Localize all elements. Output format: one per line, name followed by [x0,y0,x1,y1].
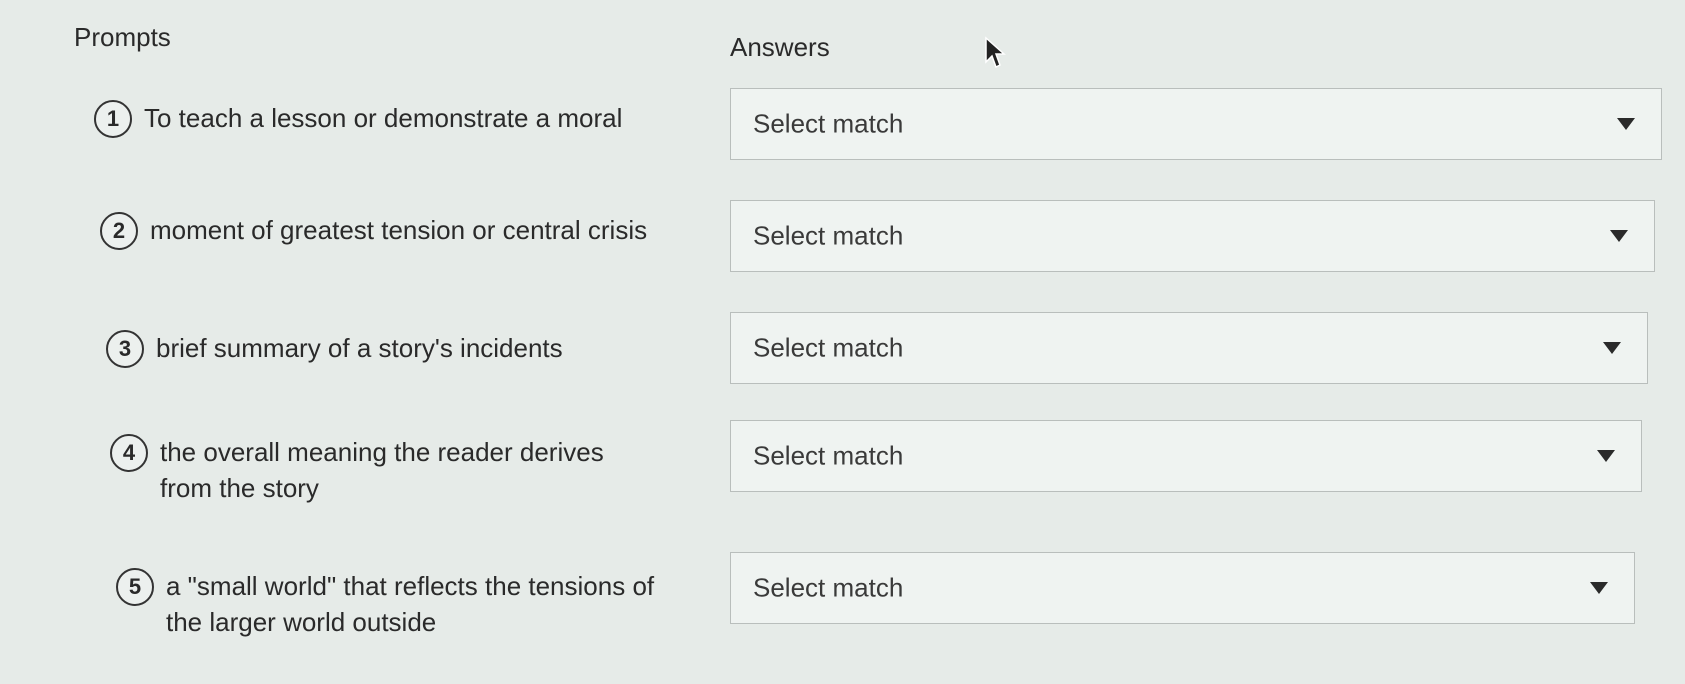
answer-select-1[interactable]: Select match [730,88,1662,160]
answers-header: Answers [730,32,830,62]
prompt-number-badge: 2 [100,212,138,250]
prompt-number-badge: 3 [106,330,144,368]
select-placeholder: Select match [753,572,904,603]
prompt-number-badge: 1 [94,100,132,138]
chevron-down-icon [1603,342,1621,354]
prompt-item-2: 2 moment of greatest tension or central … [100,212,700,250]
chevron-down-icon [1590,582,1608,594]
answer-select-5[interactable]: Select match [730,552,1635,624]
chevron-down-icon [1597,450,1615,462]
select-placeholder: Select match [753,220,904,251]
prompt-item-1: 1 To teach a lesson or demonstrate a mor… [94,100,694,138]
chevron-down-icon [1617,118,1635,130]
select-placeholder: Select match [753,108,904,139]
prompt-text: the overall meaning the reader derives f… [160,437,604,503]
answer-select-4[interactable]: Select match [730,420,1642,492]
prompts-header: Prompts [74,22,171,52]
prompt-item-5: 5 a "small world" that reflects the tens… [116,568,686,640]
answer-select-3[interactable]: Select match [730,312,1648,384]
prompt-number-badge: 5 [116,568,154,606]
prompt-text: To teach a lesson or demonstrate a moral [144,103,623,133]
answer-select-2[interactable]: Select match [730,200,1655,272]
select-placeholder: Select match [753,332,904,363]
chevron-down-icon [1610,230,1628,242]
prompt-text: moment of greatest tension or central cr… [150,215,648,245]
mouse-pointer-icon [985,36,1006,69]
prompt-item-3: 3 brief summary of a story's incidents [106,330,706,368]
prompt-text: a "small world" that reflects the tensio… [166,571,655,637]
select-placeholder: Select match [753,440,904,471]
prompt-item-4: 4 the overall meaning the reader derives… [110,434,650,506]
prompt-number-badge: 4 [110,434,148,472]
prompt-text: brief summary of a story's incidents [156,333,563,363]
